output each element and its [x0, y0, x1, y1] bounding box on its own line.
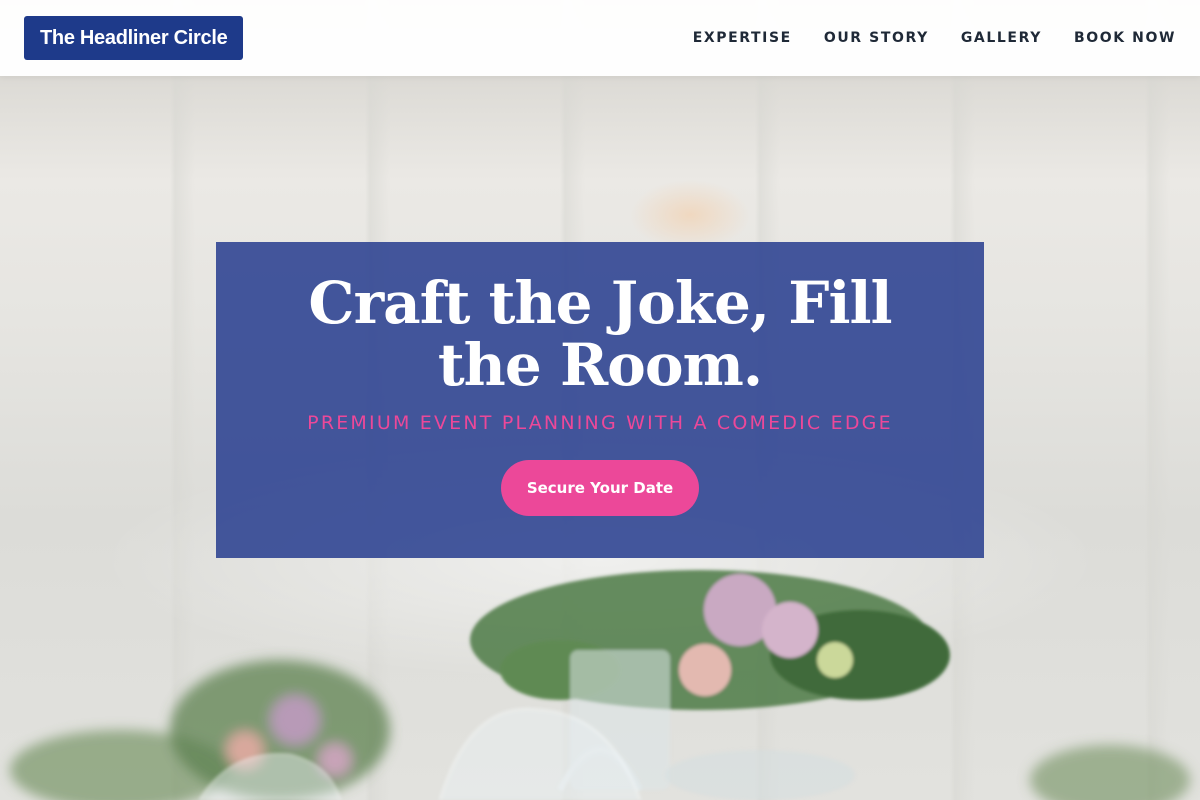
brand-logo[interactable]: The Headliner Circle — [24, 16, 244, 60]
top-navigation-bar: The Headliner Circle EXPERTISE OUR STORY… — [0, 0, 1200, 76]
secure-your-date-button[interactable]: Secure Your Date — [501, 460, 699, 516]
nav-link-expertise[interactable]: EXPERTISE — [693, 30, 792, 46]
hero-headline: Craft the Joke, Fill the Room. — [308, 269, 892, 399]
main-nav: EXPERTISE OUR STORY GALLERY BOOK NOW — [693, 0, 1176, 76]
nav-link-book-now[interactable]: BOOK NOW — [1074, 30, 1176, 46]
hero-tagline: PREMIUM EVENT PLANNING WITH A COMEDIC ED… — [307, 412, 893, 434]
nav-link-gallery[interactable]: GALLERY — [961, 30, 1042, 46]
hero-card: Craft the Joke, Fill the Room. PREMIUM E… — [216, 242, 984, 558]
nav-link-our-story[interactable]: OUR STORY — [824, 30, 929, 46]
floral-centerpiece-image — [10, 570, 1190, 800]
